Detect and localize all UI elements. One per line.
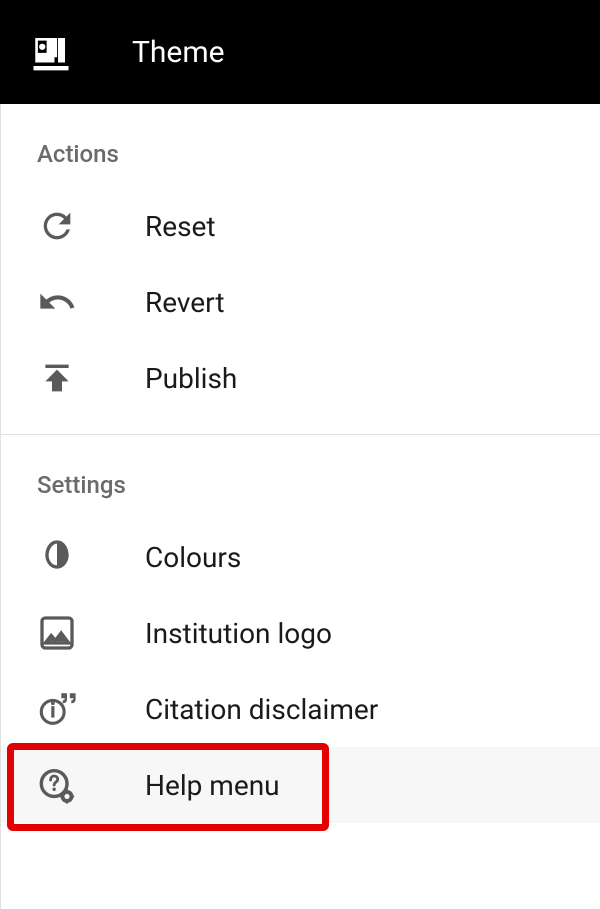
- page-title: Theme: [132, 35, 225, 70]
- settings-colours-label: Colours: [145, 541, 241, 574]
- reset-icon: [37, 206, 77, 246]
- action-publish-label: Publish: [145, 362, 237, 395]
- settings-help-menu[interactable]: Help menu: [1, 747, 600, 823]
- action-publish[interactable]: Publish: [1, 340, 600, 416]
- revert-icon: [37, 282, 77, 322]
- settings-citation-disclaimer[interactable]: Citation disclaimer: [1, 671, 600, 747]
- publish-icon: [37, 358, 77, 398]
- settings-citation-disclaimer-label: Citation disclaimer: [145, 693, 378, 726]
- section-label-actions: Actions: [1, 104, 600, 188]
- settings-help-menu-label: Help menu: [145, 769, 280, 802]
- action-revert-label: Revert: [145, 286, 225, 319]
- settings-institution-logo[interactable]: Institution logo: [1, 595, 600, 671]
- header: Theme: [0, 0, 600, 104]
- action-reset[interactable]: Reset: [1, 188, 600, 264]
- section-label-settings: Settings: [1, 435, 600, 519]
- settings-institution-logo-label: Institution logo: [145, 617, 332, 650]
- sidebar-panel: Actions Reset Revert Publish Settings Co…: [0, 104, 600, 909]
- image-icon: [37, 613, 77, 653]
- settings-colours[interactable]: Colours: [1, 519, 600, 595]
- colours-icon: [37, 537, 77, 577]
- action-reset-label: Reset: [145, 210, 216, 243]
- theme-app-icon: [30, 31, 72, 73]
- help-menu-icon: [37, 765, 77, 805]
- action-revert[interactable]: Revert: [1, 264, 600, 340]
- citation-icon: [37, 689, 77, 729]
